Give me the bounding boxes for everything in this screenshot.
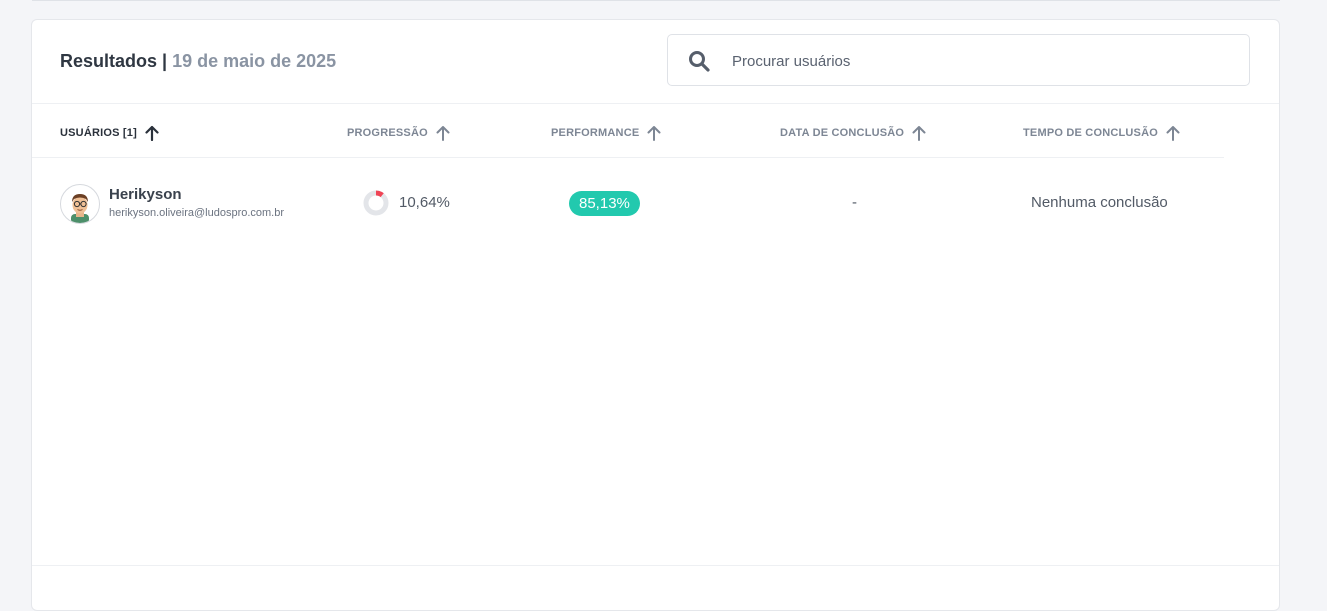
table-header: USUÁRIOS [1] PROGRESSÃO PERFORMANCE DATA… bbox=[32, 104, 1224, 158]
sort-arrow-up-icon bbox=[912, 126, 926, 141]
table-row[interactable]: Herikyson herikyson.oliveira@ludospro.co… bbox=[32, 180, 1224, 228]
top-divider bbox=[32, 0, 1280, 1]
search-input[interactable] bbox=[730, 45, 1234, 77]
title-label: Resultados | bbox=[60, 51, 168, 71]
search-icon bbox=[689, 51, 710, 72]
progress-value: 10,64% bbox=[399, 194, 450, 211]
search-box[interactable] bbox=[667, 34, 1250, 86]
column-header-performance[interactable]: PERFORMANCE bbox=[551, 125, 661, 141]
page-title: Resultados | 19 de maio de 2025 bbox=[60, 51, 336, 72]
sort-arrow-up-icon bbox=[436, 126, 450, 141]
sort-arrow-up-icon bbox=[1166, 126, 1180, 141]
sort-arrow-up-icon bbox=[647, 126, 661, 141]
column-header-progress[interactable]: PROGRESSÃO bbox=[347, 125, 450, 141]
completion-date-value: - bbox=[852, 194, 857, 211]
card-footer-divider bbox=[32, 565, 1279, 566]
column-header-completion-time[interactable]: TEMPO DE CONCLUSÃO bbox=[1023, 125, 1180, 141]
user-name: Herikyson bbox=[109, 186, 182, 203]
results-card: Resultados | 19 de maio de 2025 USUÁRIOS… bbox=[31, 19, 1280, 611]
performance-badge: 85,13% bbox=[569, 191, 640, 216]
user-email: herikyson.oliveira@ludospro.com.br bbox=[109, 207, 285, 219]
progress-donut-chart bbox=[363, 190, 389, 216]
title-date: 19 de maio de 2025 bbox=[172, 51, 337, 71]
avatar bbox=[60, 184, 100, 224]
progress-fill bbox=[375, 190, 384, 198]
sort-arrow-up-icon bbox=[145, 125, 159, 141]
progress-track bbox=[363, 190, 389, 216]
completion-time-value: Nenhuma conclusão bbox=[1031, 194, 1168, 211]
column-header-users[interactable]: USUÁRIOS [1] bbox=[60, 125, 159, 141]
column-header-completion-date[interactable]: DATA DE CONCLUSÃO bbox=[780, 125, 926, 141]
avatar-icon bbox=[71, 194, 89, 223]
